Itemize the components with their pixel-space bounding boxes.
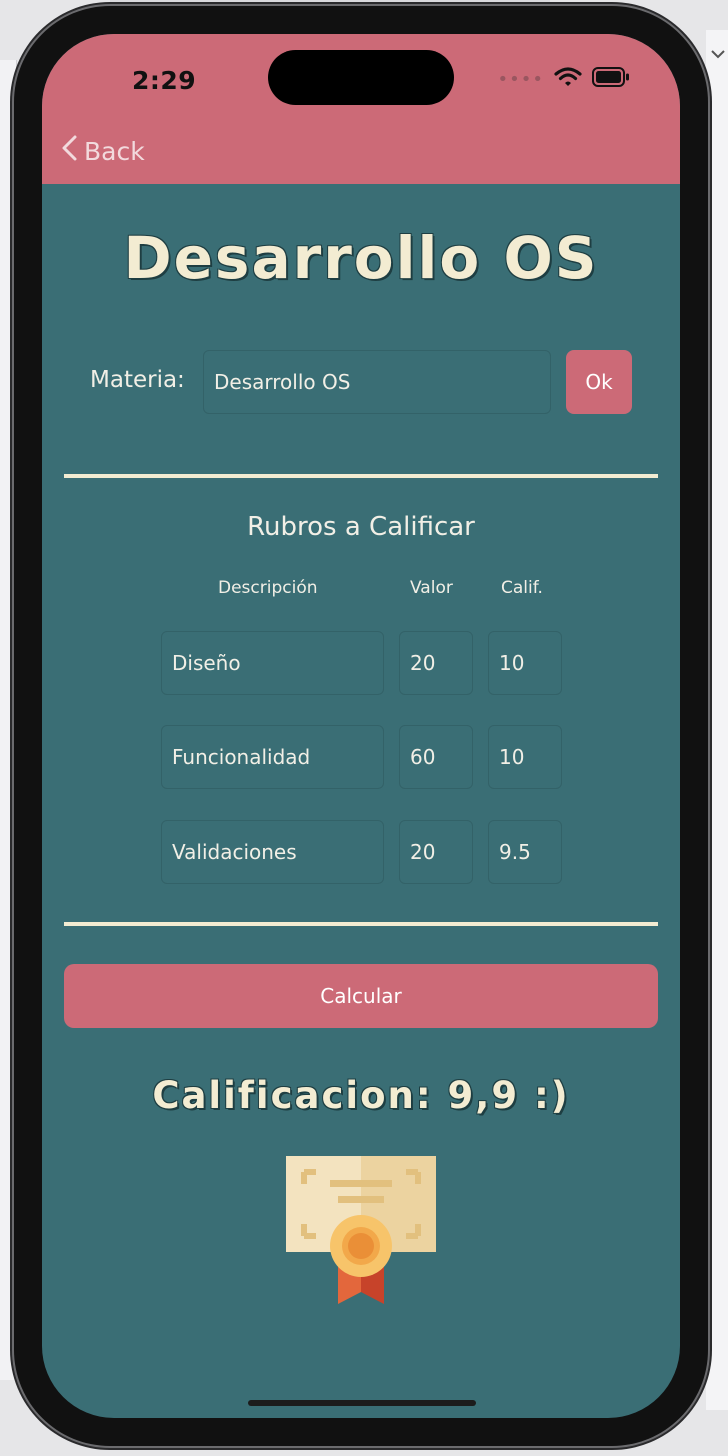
nav-header: 2:29 •••• Back xyxy=(42,34,680,184)
row-2-valor-input[interactable]: 60 xyxy=(399,725,473,789)
materia-input[interactable]: Desarrollo OS xyxy=(203,350,551,414)
row-3-calif-input[interactable]: 9.5 xyxy=(488,820,562,884)
battery-icon xyxy=(592,67,630,91)
header-descripcion: Descripción xyxy=(218,578,318,598)
dynamic-island xyxy=(268,50,454,105)
row-2-descripcion-input[interactable]: Funcionalidad xyxy=(161,725,384,789)
wifi-icon xyxy=(554,66,582,92)
row-1-valor-input[interactable]: 20 xyxy=(399,631,473,695)
chevron-left-icon xyxy=(60,134,78,168)
app-screen: 2:29 •••• Back Desarrollo OS Materia: De… xyxy=(42,34,680,1418)
row-3-descripcion-input[interactable]: Validaciones xyxy=(161,820,384,884)
back-button[interactable]: Back xyxy=(60,134,145,168)
signal-icon: •••• xyxy=(497,68,544,90)
status-icons: •••• xyxy=(498,66,630,92)
rubros-title: Rubros a Calificar xyxy=(247,512,475,542)
certificate-icon xyxy=(286,1154,436,1304)
row-1-calif-input[interactable]: 10 xyxy=(488,631,562,695)
phone-frame: 2:29 •••• Back Desarrollo OS Materia: De… xyxy=(14,6,708,1446)
back-label: Back xyxy=(84,136,145,166)
row-2-calif-input[interactable]: 10 xyxy=(488,725,562,789)
divider-top xyxy=(64,474,658,478)
background-right-panel xyxy=(706,30,728,1410)
chevron-down-icon[interactable] xyxy=(710,46,726,62)
header-valor: Valor xyxy=(410,578,453,598)
ok-button[interactable]: Ok xyxy=(566,350,632,414)
calcular-button[interactable]: Calcular xyxy=(64,964,658,1028)
divider-bottom xyxy=(64,922,658,926)
row-1-descripcion-input[interactable]: Diseño xyxy=(161,631,384,695)
page-title: Desarrollo OS xyxy=(123,224,599,292)
header-calif: Calif. xyxy=(501,578,543,598)
status-time: 2:29 xyxy=(132,66,197,95)
result-text: Calificacion: 9,9 :) xyxy=(152,1074,570,1117)
home-indicator[interactable] xyxy=(248,1400,476,1406)
materia-label: Materia: xyxy=(90,367,185,393)
row-3-valor-input[interactable]: 20 xyxy=(399,820,473,884)
